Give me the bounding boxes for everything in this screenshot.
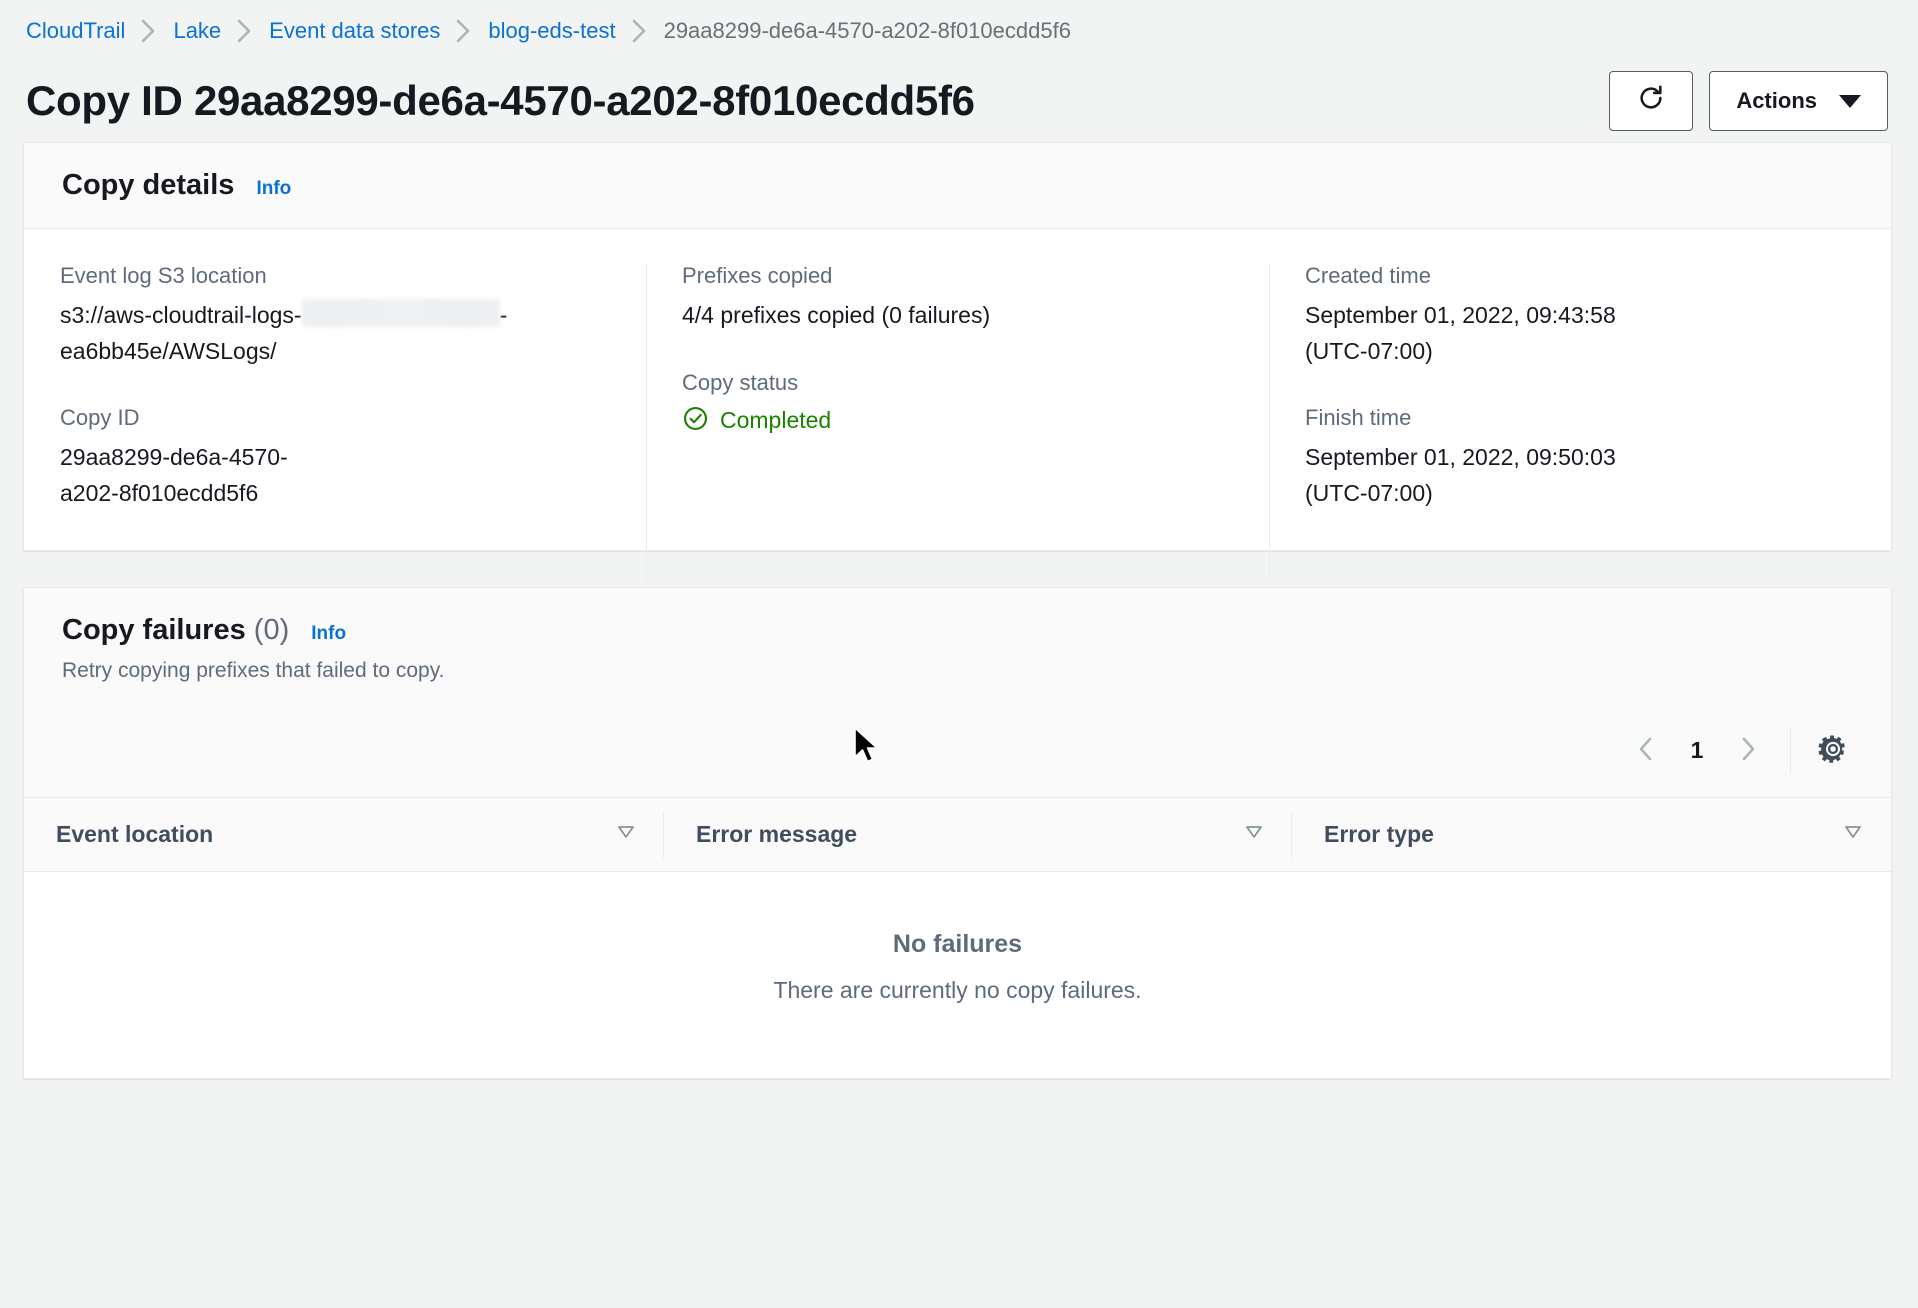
column-header-label: Error message [696,821,857,848]
actions-button-label: Actions [1736,88,1817,114]
breadcrumb-separator-icon [454,18,474,44]
copy-details-title: Copy details [62,169,234,202]
copy-failures-info-link[interactable]: Info [311,623,346,645]
pagination-prev-button[interactable] [1620,725,1672,777]
header-actions: Actions [1609,71,1888,131]
breadcrumb-separator-icon [235,18,255,44]
field-label: Prefixes copied [682,263,1233,289]
s3-location-suffix: - [500,302,508,328]
toolbar-divider [1790,728,1791,774]
copy-details-body: Event log S3 location s3://aws-cloudtrai… [24,229,1891,550]
copy-failures-title: Copy failures (0) [62,614,289,647]
copy-failures-count: (0) [254,614,289,646]
copy-details-header: Copy details Info [24,143,1891,229]
column-header-event-location[interactable]: Event location [24,797,664,871]
field-label: Copy status [682,370,1233,396]
created-time-line1: September 01, 2022, 09:43:58 [1305,298,1853,334]
table-header: Event location Error message [24,797,1891,871]
field-event-log-s3-location: Event log S3 location s3://aws-cloudtrai… [60,263,610,369]
column-header-error-message[interactable]: Error message [664,797,1292,871]
copy-details-info-link[interactable]: Info [256,178,291,200]
field-label: Event log S3 location [60,263,610,289]
field-label: Finish time [1305,405,1853,431]
refresh-button[interactable] [1609,71,1693,131]
finish-time-line1: September 01, 2022, 09:50:03 [1305,440,1853,476]
page-header: Copy ID 29aa8299-de6a-4570-a202-8f010ecd… [0,50,1918,142]
breadcrumb-item-cloudtrail[interactable]: CloudTrail [26,18,125,44]
empty-state: No failures There are currently no copy … [24,871,1891,1078]
chevron-down-icon [1839,95,1861,108]
breadcrumb-item-current: 29aa8299-de6a-4570-a202-8f010ecdd5f6 [664,18,1071,44]
field-copy-id: Copy ID 29aa8299-de6a-4570- a202-8f010ec… [60,405,610,511]
breadcrumb-separator-icon [630,18,650,44]
detail-column-3: Created time September 01, 2022, 09:43:5… [1269,263,1889,512]
check-circle-icon [682,405,709,437]
copy-failures-title-text: Copy failures [62,614,246,646]
chevron-left-icon [1635,735,1657,766]
copy-id-line2: a202-8f010ecdd5f6 [60,476,610,512]
copy-failures-description: Retry copying prefixes that failed to co… [62,659,1853,683]
table-toolbar: 1 [24,709,1891,797]
empty-state-title: No failures [24,930,1891,959]
pagination-next-button[interactable] [1722,725,1774,777]
field-label: Created time [1305,263,1853,289]
page-title: Copy ID 29aa8299-de6a-4570-a202-8f010ecd… [26,77,975,125]
breadcrumb-item-event-data-stores[interactable]: Event data stores [269,18,440,44]
empty-state-subtitle: There are currently no copy failures. [24,977,1891,1004]
breadcrumb: CloudTrail Lake Event data stores blog-e… [0,0,1918,50]
breadcrumb-separator-icon [139,18,159,44]
s3-location-line2: ea6bb45e/AWSLogs/ [60,334,610,370]
column-header-label: Event location [56,821,213,848]
field-prefixes-copied: Prefixes copied 4/4 prefixes copied (0 f… [682,263,1233,334]
refresh-icon [1635,82,1667,120]
finish-time-line2: (UTC-07:00) [1305,476,1853,512]
sort-descending-icon [1242,819,1266,849]
status-badge: Completed [682,405,1233,437]
copy-failures-panel: Copy failures (0) Info Retry copying pre… [23,587,1892,1079]
pagination-page-1[interactable]: 1 [1676,737,1718,764]
field-value: 29aa8299-de6a-4570- a202-8f010ecdd5f6 [60,440,610,511]
detail-column-2: Prefixes copied 4/4 prefixes copied (0 f… [646,263,1269,512]
detail-column-1: Event log S3 location s3://aws-cloudtrai… [24,263,646,512]
pagination: 1 [1620,725,1774,777]
sort-descending-icon [1841,819,1865,849]
chevron-right-icon [1737,735,1759,766]
status-badge-label: Completed [720,407,831,434]
table-empty-row: No failures There are currently no copy … [24,871,1891,1078]
copy-failures-table: Event location Error message [24,797,1891,1078]
table-body: No failures There are currently no copy … [24,871,1891,1078]
gear-icon [1817,733,1849,768]
breadcrumb-item-lake[interactable]: Lake [173,18,221,44]
column-header-error-type[interactable]: Error type [1292,797,1891,871]
field-finish-time: Finish time September 01, 2022, 09:50:03… [1305,405,1853,511]
sort-descending-icon [614,819,638,849]
column-header-label: Error type [1324,821,1434,848]
field-value: 4/4 prefixes copied (0 failures) [682,298,1233,334]
table-preferences-button[interactable] [1807,725,1859,777]
copy-details-panel: Copy details Info Event log S3 location … [23,142,1892,551]
table-header-row: Event location Error message [24,797,1891,871]
field-value: September 01, 2022, 09:50:03 (UTC-07:00) [1305,440,1853,511]
field-value: September 01, 2022, 09:43:58 (UTC-07:00) [1305,298,1853,369]
field-label: Copy ID [60,405,610,431]
actions-button[interactable]: Actions [1709,71,1888,131]
field-value: s3://aws-cloudtrail-logs- - ea6bb45e/AWSL… [60,298,610,369]
copy-failures-header: Copy failures (0) Info Retry copying pre… [24,588,1891,709]
field-created-time: Created time September 01, 2022, 09:43:5… [1305,263,1853,369]
breadcrumb-item-blog-eds-test[interactable]: blog-eds-test [488,18,615,44]
s3-location-prefix: s3://aws-cloudtrail-logs- [60,302,302,328]
field-copy-status: Copy status Completed [682,370,1233,437]
copy-id-line1: 29aa8299-de6a-4570- [60,440,610,476]
created-time-line2: (UTC-07:00) [1305,334,1853,370]
redacted-account-id [302,299,500,327]
